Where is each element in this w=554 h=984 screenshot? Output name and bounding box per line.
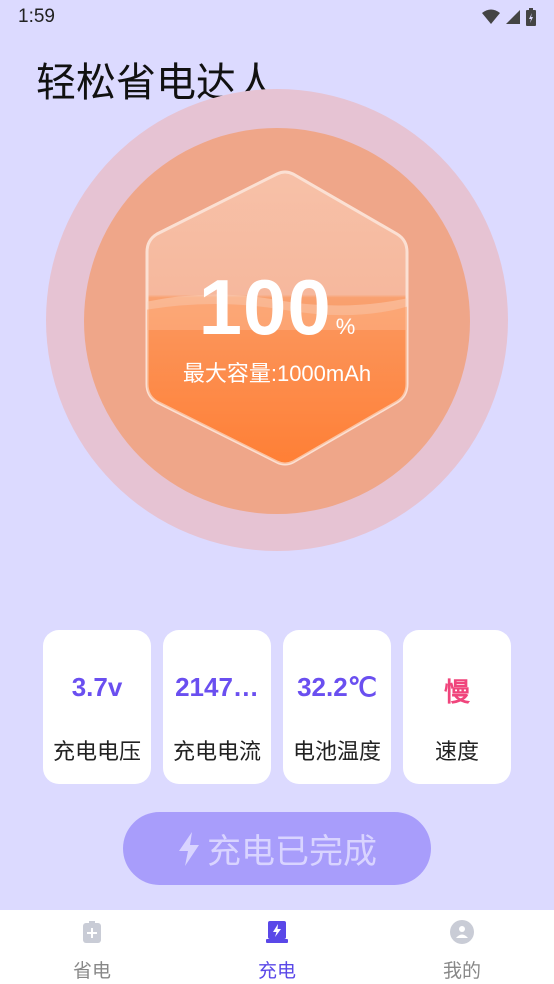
stat-value: 3.7v (71, 672, 123, 702)
charging-stats: 3.7v 充电电压 2147… 充电电流 32.2℃ 电池温度 慢 速度 (43, 630, 511, 784)
stat-label: 速度 (434, 740, 479, 765)
battery-level-value: 100 (198, 263, 332, 351)
stat-value: 32.2℃ (297, 672, 377, 702)
nav-label: 我的 (442, 960, 481, 982)
nav-label: 充电 (257, 960, 296, 982)
stat-value: 慢 (443, 677, 470, 707)
signal-icon (506, 10, 520, 24)
lightning-icon (179, 831, 199, 866)
status-icons (482, 8, 536, 26)
charge-complete-label: 充电已完成 (207, 832, 377, 872)
bottom-nav: 省电 充电 我的 (0, 910, 554, 984)
stat-card-speed: 慢 速度 (403, 630, 511, 784)
nav-item-save-power[interactable]: 省电 (32, 910, 152, 984)
stat-card-temperature: 32.2℃ 电池温度 (283, 630, 391, 784)
nav-item-mine[interactable]: 我的 (402, 910, 522, 984)
battery-capacity: 最大容量:1000mAh (182, 361, 372, 386)
battery-icon (526, 8, 536, 26)
charge-icon (266, 921, 288, 943)
status-time: 1:59 (18, 6, 55, 27)
charge-complete-button[interactable]: 充电已完成 (123, 812, 431, 885)
stat-value: 2147… (175, 672, 259, 702)
wifi-icon (482, 9, 500, 24)
status-bar: 1:59 (0, 0, 554, 34)
stat-label: 电池温度 (292, 740, 381, 765)
stat-card-current: 2147… 充电电流 (163, 630, 271, 784)
stat-label: 充电电流 (172, 740, 261, 765)
nav-label: 省电 (72, 960, 111, 982)
battery-percent: 100% (0, 262, 554, 353)
nav-item-charge[interactable]: 充电 (217, 910, 337, 984)
user-icon (450, 920, 474, 944)
stat-label: 充电电压 (52, 740, 141, 765)
stat-card-voltage: 3.7v 充电电压 (43, 630, 151, 784)
battery-plus-icon (83, 921, 101, 943)
battery-level-unit: % (335, 314, 356, 339)
